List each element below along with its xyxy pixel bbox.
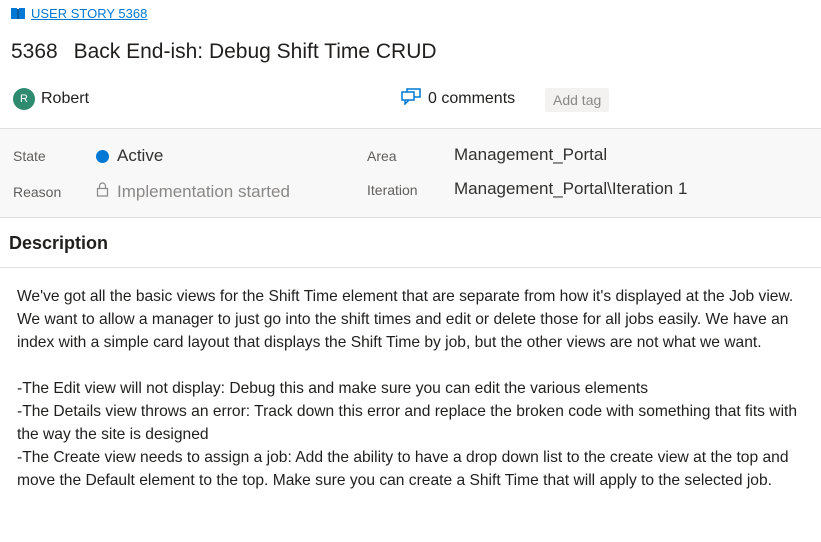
add-tag-button[interactable]: Add tag [545, 88, 610, 112]
description-heading: Description [9, 233, 109, 253]
work-item-title[interactable]: 5368 Back End-ish: Debug Shift Time CRUD [11, 40, 437, 64]
user-story-link[interactable]: USER STORY 5368 [10, 6, 147, 21]
comments-count[interactable]: 0 comments [428, 90, 515, 108]
description-paragraph: -The Edit view will not display: Debug t… [17, 380, 648, 397]
state-dot-icon [96, 149, 109, 163]
reason-field[interactable]: Implementation started [96, 182, 290, 202]
state-value[interactable]: Active [117, 146, 163, 166]
iteration-value[interactable]: Management_Portal\Iteration 1 [454, 179, 687, 199]
fields-panel: State Active Reason Implementation start… [0, 128, 821, 218]
comments-link[interactable]: 0 comments [401, 88, 515, 110]
book-icon [10, 7, 26, 20]
user-story-label[interactable]: USER STORY 5368 [31, 6, 147, 21]
description-body[interactable]: We've got all the basic views for the Sh… [17, 285, 817, 492]
avatar: R [13, 88, 35, 110]
description-paragraph: -The Create view needs to assign a job: … [17, 449, 789, 489]
assigned-to-name[interactable]: Robert [41, 90, 89, 108]
reason-value[interactable]: Implementation started [117, 182, 290, 202]
meta-row: R Robert 0 comments Add tag [13, 88, 821, 112]
area-value[interactable]: Management_Portal [454, 145, 607, 165]
description-paragraph: -The Details view throws an error: Track… [17, 403, 798, 443]
assigned-to[interactable]: R Robert [13, 88, 89, 110]
iteration-field[interactable]: Management_Portal\Iteration 1 [454, 179, 687, 199]
description-paragraph: We've got all the basic views for the Sh… [17, 288, 794, 351]
lock-icon [96, 182, 109, 202]
comments-icon [401, 88, 421, 110]
state-label: State [13, 148, 46, 164]
iteration-label: Iteration [367, 182, 418, 198]
work-item-title-text[interactable]: Back End-ish: Debug Shift Time CRUD [74, 40, 437, 63]
area-field[interactable]: Management_Portal [454, 145, 607, 165]
area-label: Area [367, 148, 397, 164]
state-field[interactable]: Active [96, 146, 163, 166]
work-item-id: 5368 [11, 40, 58, 63]
reason-label: Reason [13, 184, 62, 200]
section-divider [0, 267, 821, 268]
